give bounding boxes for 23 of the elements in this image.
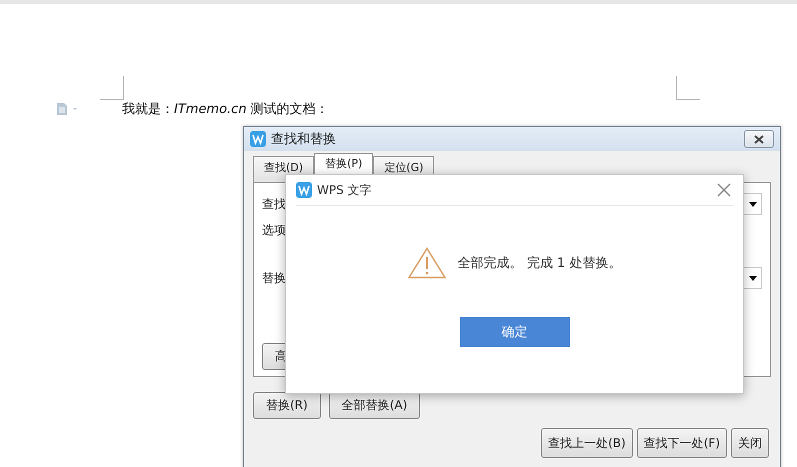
action-button[interactable]: 替换(R) [253,392,321,419]
close-icon[interactable] [717,183,731,197]
document-text: 我就是：ITmemo.cn 测试的文档： [122,101,329,118]
nav-button[interactable]: 查找上一处(B) [541,428,633,458]
field-label: 替换 [262,270,286,286]
warning-icon [408,247,446,279]
crop-mark [100,76,124,100]
field-label: 查找 [262,196,286,212]
crop-mark [676,76,700,100]
nav-button[interactable]: 查找下一处(F) [636,428,727,458]
close-icon [753,134,765,144]
dialog-title: WPS 文字 [317,182,372,198]
dialog-title: 查找和替换 [271,131,336,148]
dropdown-arrow-icon[interactable] [749,276,757,280]
app-logo-icon [250,131,266,147]
app-logo-icon [296,182,312,198]
close-button[interactable] [744,130,774,148]
message-text: 全部完成。 完成 1 处替换。 [458,255,622,272]
field-label: 选项 [262,222,286,238]
nav-button[interactable]: 关闭 [731,428,769,458]
dropdown-arrow-icon[interactable] [749,202,757,206]
ok-button[interactable]: 确定 [460,317,570,347]
action-button[interactable]: 全部替换(A) [328,392,420,419]
